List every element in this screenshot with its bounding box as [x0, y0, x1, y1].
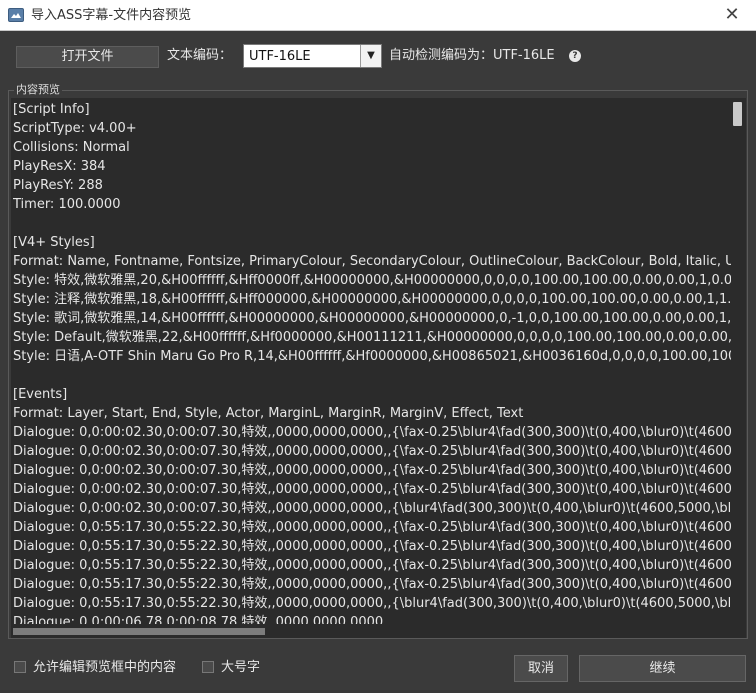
preview-line: Dialogue: 0,0:00:02.30,0:00:07.30,特效,,00… [13, 501, 731, 516]
preview-line: Dialogue: 0,0:55:17.30,0:55:22.30,特效,,00… [13, 577, 731, 592]
preview-line: PlayResY: 288 [13, 178, 103, 193]
preview-line: Dialogue: 0,0:00:02.30,0:00:07.30,特效,,00… [13, 463, 731, 478]
preview-line: Dialogue: 0,0:00:02.30,0:00:07.30,特效,,00… [13, 425, 731, 440]
preview-line: Style: 日语,A-OTF Shin Maru Go Pro R,14,&H… [13, 349, 731, 364]
preview-line: [Script Info] [13, 102, 90, 117]
preview-line: Dialogue: 0,0:55:17.30,0:55:22.30,特效,,00… [13, 558, 731, 573]
preview-line: Style: Default,微软雅黑,22,&H00ffffff,&Hf000… [13, 330, 731, 345]
preview-line: ScriptType: v4.00+ [13, 121, 137, 136]
large-font-checkbox[interactable] [202, 661, 214, 673]
preview-line: [V4+ Styles] [13, 235, 95, 250]
preview-line: PlayResX: 384 [13, 159, 106, 174]
encoding-select[interactable]: UTF-16LE ▼ [243, 44, 382, 68]
app-icon [8, 8, 24, 22]
preview-line: Dialogue: 0,0:55:17.30,0:55:22.30,特效,,00… [13, 596, 731, 611]
preview-line: Style: 特效,微软雅黑,20,&H00ffffff,&Hff0000ff,… [13, 273, 731, 288]
preview-line [13, 366, 731, 385]
dropdown-arrow-icon[interactable]: ▼ [360, 45, 381, 67]
open-file-button[interactable]: 打开文件 [16, 46, 159, 68]
preview-line: Style: 注释,微软雅黑,18,&H00ffffff,&Hff000000,… [13, 292, 731, 307]
vertical-scrollbar[interactable] [732, 100, 743, 622]
preview-line: Dialogue: 0,0:55:17.30,0:55:22.30,特效,,00… [13, 520, 731, 535]
title-bar: 导入ASS字幕-文件内容预览 ✕ [0, 0, 756, 31]
allow-edit-checkbox[interactable] [14, 661, 26, 673]
close-icon[interactable]: ✕ [722, 5, 742, 25]
preview-group-title: 内容预览 [14, 83, 62, 97]
allow-edit-label: 允许编辑预览框中的内容 [33, 660, 177, 675]
preview-line: Dialogue: 0,0:00:02.30,0:00:07.30,特效,,00… [13, 482, 731, 497]
preview-text-area[interactable]: [Script Info] ScriptType: v4.00+ Collision… [13, 100, 731, 624]
preview-line: Format: Layer, Start, End, Style, Actor,… [13, 406, 524, 421]
horizontal-scrollbar[interactable] [13, 627, 731, 636]
large-font-label: 大号字 [221, 660, 261, 675]
preview-line: Dialogue: 0,0:55:17.30,0:55:22.30,特效,,00… [13, 539, 731, 554]
preview-line: Style: 歌词,微软雅黑,14,&H00ffffff,&H00000000,… [13, 311, 731, 326]
encoding-value: UTF-16LE [249, 49, 311, 64]
content-preview[interactable]: [Script Info] ScriptType: v4.00+ Collision… [11, 98, 746, 638]
preview-line: Collisions: Normal [13, 140, 130, 155]
preview-line: Dialogue: 0,0:00:02.30,0:00:07.30,特效,,00… [13, 444, 731, 459]
preview-line: Timer: 100.0000 [13, 197, 121, 212]
help-icon[interactable]: ? [569, 50, 581, 62]
auto-detect-label: 自动检测编码为：UTF-16LE [389, 48, 555, 63]
horizontal-scroll-thumb[interactable] [13, 628, 265, 635]
preview-line [13, 214, 731, 233]
cancel-button[interactable]: 取消 [514, 655, 568, 682]
window-title: 导入ASS字幕-文件内容预览 [31, 8, 192, 23]
preview-line: [Events] [13, 387, 68, 402]
encoding-label: 文本编码： [167, 48, 233, 63]
preview-line: Dialogue: 0,0:00:06.78,0:00:08.78,特效,,00… [13, 615, 392, 624]
continue-button[interactable]: 继续 [579, 655, 746, 682]
preview-line: Format: Name, Fontname, Fontsize, Primar… [13, 254, 731, 269]
vertical-scroll-thumb[interactable] [733, 102, 742, 126]
